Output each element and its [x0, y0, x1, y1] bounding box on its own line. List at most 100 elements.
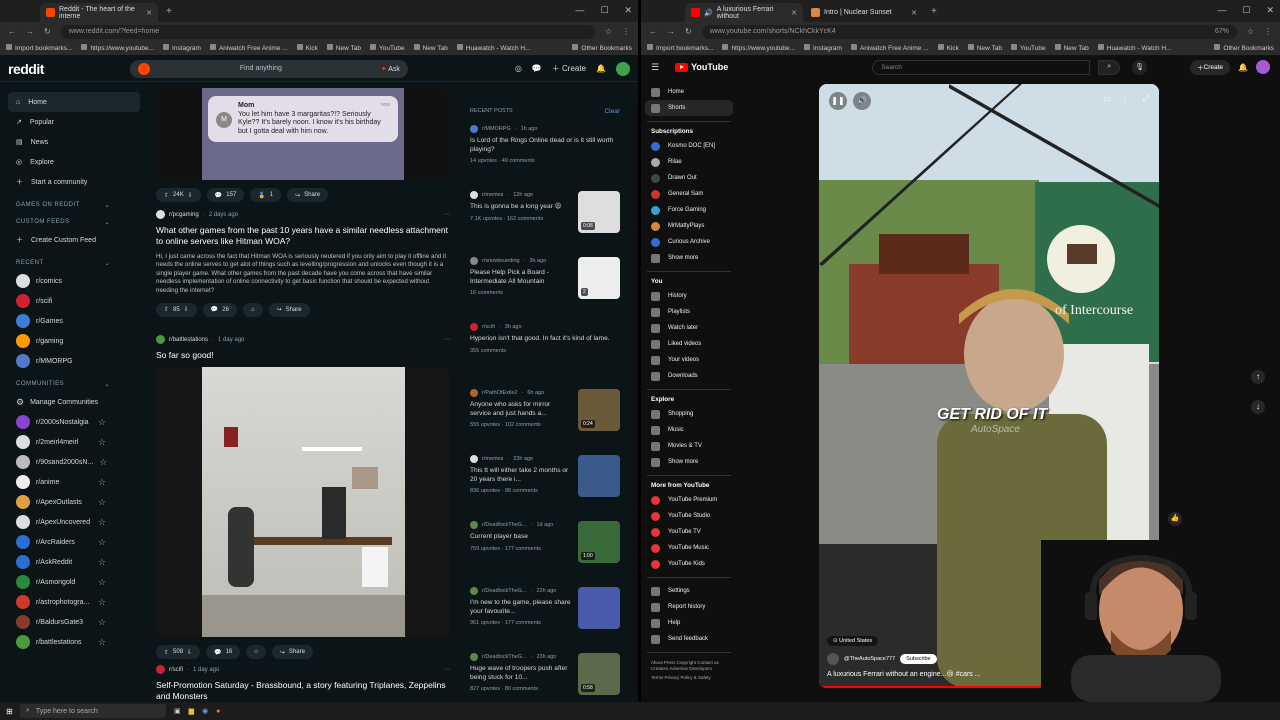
yt-sidebar-item[interactable]: Downloads	[645, 368, 733, 384]
reload-icon[interactable]: ↻	[685, 27, 692, 36]
maximize-icon[interactable]: ☐	[600, 5, 608, 16]
yt-sidebar-item[interactable]: Shorts	[645, 100, 733, 116]
yt-sidebar-item[interactable]: General Sam	[645, 186, 733, 202]
favorite-star-icon[interactable]: ☆	[98, 417, 106, 428]
chat-icon[interactable]: 💬	[532, 64, 542, 73]
you-header[interactable]: You	[651, 278, 733, 285]
recent-post-title[interactable]: Hyperion isn't that good. In fact it's k…	[470, 335, 620, 344]
post-card[interactable]: r/battlestations · 1 day ago ⋯ So far so go…	[156, 335, 450, 660]
reddit-search-input[interactable]: Find anything ✦ Ask	[129, 59, 408, 78]
close-tab-icon[interactable]: ✕	[911, 9, 917, 17]
community-item[interactable]: r/comics	[8, 271, 140, 291]
recent-post-title[interactable]: Is Lord of the Rings Online dead or is i…	[470, 137, 620, 154]
post-image[interactable]	[156, 367, 450, 638]
bookmark-item[interactable]: https://www.youtube...	[722, 44, 795, 52]
community-item[interactable]: r/2meirl4meirl ☆	[8, 432, 140, 452]
minimize-icon[interactable]: —	[575, 5, 584, 16]
bookmark-item[interactable]: Other Bookmarks	[572, 44, 632, 52]
forward-icon[interactable]: →	[667, 27, 675, 36]
share-button[interactable]: ↪ Share	[287, 188, 329, 202]
post-media[interactable]: M Mom now You let him have 3 margaritas?…	[156, 88, 450, 180]
bookmark-item[interactable]: https://www.youtube...	[81, 44, 154, 52]
bookmark-item[interactable]: Aniwatch Free Anime ...	[209, 44, 288, 52]
file-explorer-icon[interactable]: ▆	[189, 707, 194, 715]
recent-post-title[interactable]: I'm new to the game, please share your f…	[470, 599, 572, 616]
recent-post-item[interactable]: r/memes · 23h ago This tt will either take …	[470, 455, 620, 507]
bookmark-item[interactable]: YouTube	[1011, 44, 1046, 52]
create-custom-feed[interactable]: ＋ Create Custom Feed	[8, 230, 140, 250]
recent-post-title[interactable]: Anyone who asks for mirror service and j…	[470, 401, 572, 418]
yt-sidebar-item[interactable]: Drawn Out	[645, 170, 733, 186]
sidebar-item-news[interactable]: ▤ News	[8, 132, 140, 152]
bookmark-item[interactable]: YouTube	[370, 44, 405, 52]
favorite-star-icon[interactable]: ☆	[98, 557, 106, 568]
channel-name[interactable]: @TheAutoSpace777	[844, 656, 895, 662]
bookmark-item[interactable]: Other Bookmarks	[1214, 44, 1274, 52]
recent-post-thumbnail[interactable]	[578, 587, 620, 629]
tab-youtube-short[interactable]: 🔊 A luxurious Ferrari without ✕	[685, 3, 803, 22]
menu-icon[interactable]: ⋮	[622, 27, 630, 36]
recent-header[interactable]: RECENT ⌄	[16, 260, 140, 267]
share-button[interactable]: ↪ Share	[268, 302, 310, 317]
user-avatar[interactable]	[1256, 60, 1270, 74]
yt-sidebar-item[interactable]: Music	[645, 422, 733, 438]
play-pause-button[interactable]: ❚❚	[829, 92, 847, 110]
yt-sidebar-item[interactable]: MrMattyPlays	[645, 218, 733, 234]
favorite-star-icon[interactable]: ☆	[98, 637, 106, 648]
recent-post-item[interactable]: r/PathOfExile2 · 6h ago Anyone who asks for…	[470, 389, 620, 441]
yt-sidebar-item[interactable]: YouTube Studio	[645, 508, 733, 524]
favorite-star-icon[interactable]: ☆	[98, 497, 106, 508]
recent-post-item[interactable]: r/DeadlockTheG... · 23h ago Huge wave of tr…	[470, 653, 620, 702]
menu-icon[interactable]: ⋮	[1264, 27, 1272, 36]
next-short-icon[interactable]: ↓	[1251, 400, 1265, 414]
community-item[interactable]: r/MMORPG	[8, 351, 140, 371]
comments-button[interactable]: 💬 157	[206, 188, 245, 202]
notifications-icon[interactable]: 🔔	[596, 64, 606, 73]
reddit-logo[interactable]: reddit	[8, 61, 44, 77]
favorite-star-icon[interactable]: ☆	[99, 457, 107, 468]
yt-sidebar-item[interactable]: History	[645, 288, 733, 304]
yt-sidebar-item[interactable]: Show more	[645, 454, 733, 470]
recent-post-title[interactable]: Please Help Pick a Board - Intermediate …	[470, 269, 572, 286]
channel-avatar[interactable]	[827, 653, 839, 665]
community-item[interactable]: r/ArcRaiders ☆	[8, 532, 140, 552]
subscriptions-header[interactable]: Subscriptions	[651, 128, 733, 135]
sidebar-item-home[interactable]: ⌂ Home	[8, 92, 140, 112]
communities-header[interactable]: COMMUNITIES ⌄	[16, 381, 140, 388]
recent-post-thumbnail[interactable]: 2	[578, 257, 620, 299]
vote-button[interactable]: ⇧ 24K ⇩	[156, 188, 201, 202]
community-item[interactable]: r/Games	[8, 311, 140, 331]
community-item[interactable]: r/anime ☆	[8, 472, 140, 492]
yt-sidebar-item[interactable]: YouTube TV	[645, 524, 733, 540]
bookmark-item[interactable]: New Tab	[967, 44, 1002, 52]
recent-post-thumbnail[interactable]: 0:08	[578, 191, 620, 233]
favorite-star-icon[interactable]: ☆	[98, 437, 106, 448]
vote-button[interactable]: ⇧ 85 ⇩	[156, 302, 197, 317]
yt-sidebar-item[interactable]: Liked videos	[645, 336, 733, 352]
footer-links[interactable]: About Press Copyright Contact us Creator…	[645, 658, 733, 675]
recent-post-title[interactable]: This is gonna be a long year 😩	[470, 203, 572, 212]
comments-button[interactable]: 💬 26	[202, 302, 237, 317]
bookmark-item[interactable]: Huawatch - Watch H...	[456, 44, 531, 52]
start-button-icon[interactable]: ⊞	[6, 707, 13, 716]
recent-post-title[interactable]: Huge wave of troopers push after being s…	[470, 665, 572, 682]
notifications-icon[interactable]: 🔔	[1238, 63, 1248, 72]
bookmark-star-icon[interactable]: ☆	[1247, 27, 1254, 36]
community-item[interactable]: r/2000sNostalgia ☆	[8, 412, 140, 432]
fullscreen-icon[interactable]: ⤢	[1143, 94, 1149, 104]
youtube-logo[interactable]: YouTube	[675, 62, 728, 72]
bookmark-item[interactable]: New Tab	[413, 44, 448, 52]
favorite-star-icon[interactable]: ☆	[98, 597, 106, 608]
post-card[interactable]: r/scifi · 1 day ago ⋯ Self-Promotion Saturd…	[156, 665, 450, 702]
community-item[interactable]: r/battlestations ☆	[8, 632, 140, 652]
bookmark-item[interactable]: Huawatch - Watch H...	[1097, 44, 1172, 52]
new-tab-icon[interactable]: +	[166, 6, 172, 17]
yt-sidebar-item[interactable]: Show more	[645, 250, 733, 266]
recent-post-thumbnail[interactable]: 0:58	[578, 653, 620, 695]
bookmark-item[interactable]: New Tab	[326, 44, 361, 52]
zoom-level[interactable]: 67%	[1215, 28, 1229, 35]
recent-post-thumbnail[interactable]	[578, 455, 620, 497]
share-button[interactable]: ↪ Share	[271, 645, 313, 660]
user-avatar[interactable]	[616, 61, 630, 76]
clear-button[interactable]: Clear	[604, 108, 620, 115]
